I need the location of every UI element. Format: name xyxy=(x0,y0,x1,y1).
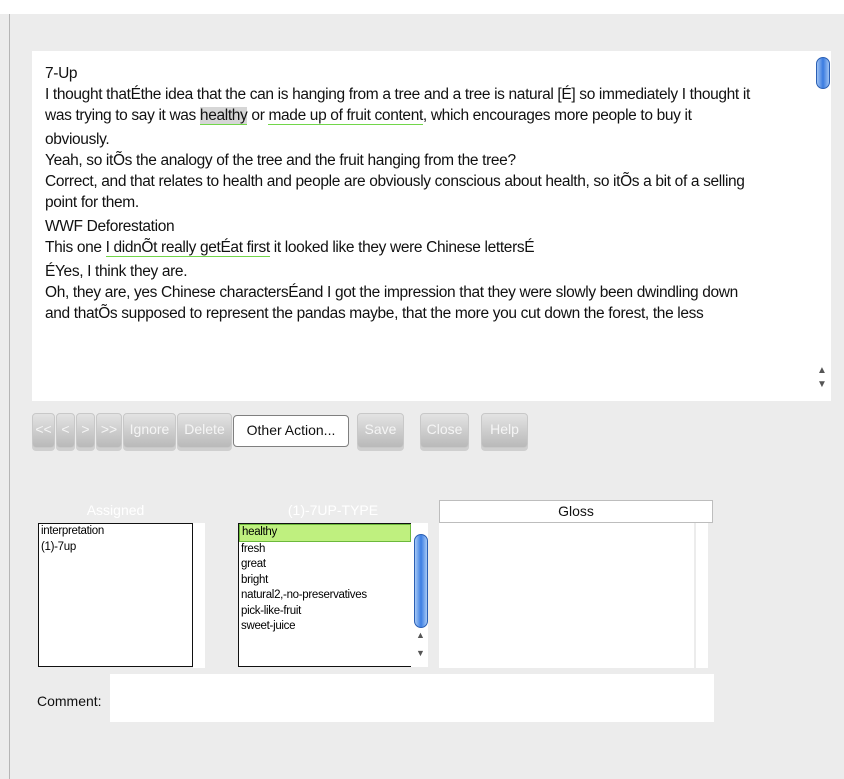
text-line: obviously. xyxy=(45,131,110,148)
text-line: WWF Deforestation xyxy=(45,218,175,235)
coded-segment-didnt-get[interactable]: I didnÕt really getÉat first xyxy=(105,239,270,257)
prev-button[interactable]: < xyxy=(56,413,75,448)
text-fragment: or xyxy=(247,107,269,124)
list-item[interactable]: sweet-juice xyxy=(239,619,411,635)
list-item[interactable]: bright xyxy=(239,573,411,589)
comment-label: Comment: xyxy=(37,693,102,709)
gloss-area[interactable] xyxy=(439,523,694,668)
text-line: Oh, they are, yes Chinese charactersÉand… xyxy=(45,284,738,301)
delete-button[interactable]: Delete xyxy=(177,413,232,448)
list-item-selected[interactable]: healthy xyxy=(239,524,411,542)
list-item[interactable]: natural2,-no-preservatives xyxy=(239,588,411,604)
transcript-scrollbar[interactable] xyxy=(814,51,831,401)
assigned-label: Assigned xyxy=(86,502,145,518)
last-button[interactable]: >> xyxy=(96,413,122,448)
scroll-down-arrow-icon[interactable]: ▼ xyxy=(817,380,827,390)
scroll-thumb[interactable] xyxy=(816,57,830,89)
transcript-text-area[interactable]: 7-Up I thought thatÉthe idea that the ca… xyxy=(32,51,814,401)
codes-label: (1)-7UP-TYPE xyxy=(287,502,379,518)
codes-list[interactable]: healthy fresh great bright natural2,-no-… xyxy=(238,523,412,667)
coded-segment-healthy[interactable]: healthy xyxy=(199,107,248,125)
text-line: ÉYes, I think they are. xyxy=(45,263,188,280)
codes-scroll-thumb[interactable] xyxy=(414,534,428,628)
codes-scroll-down-icon[interactable]: ▼ xyxy=(416,648,425,658)
text-fragment: This one xyxy=(45,239,106,256)
text-line: 7-Up xyxy=(45,65,78,82)
scroll-arrows: ▲ ▼ xyxy=(814,360,831,400)
title-strip xyxy=(0,0,844,14)
transcript-content: 7-Up I thought thatÉthe idea that the ca… xyxy=(45,63,814,324)
save-button[interactable]: Save xyxy=(357,413,404,448)
text-line: and thatÕs supposed to represent the pan… xyxy=(45,305,704,322)
text-line: This one I didnÕt really getÉat first it… xyxy=(45,237,814,258)
assigned-list[interactable]: interpretation (1)-7up xyxy=(38,523,193,667)
gloss-header: Gloss xyxy=(439,500,713,523)
text-line: was trying to say it was healthy or made… xyxy=(45,105,814,126)
first-button[interactable]: << xyxy=(32,413,55,448)
text-line: Correct, and that relates to health and … xyxy=(45,173,745,190)
coding-window: 7-Up I thought thatÉthe idea that the ca… xyxy=(0,0,844,779)
toolbar: << < > >> Ignore Delete Other Action... … xyxy=(32,413,652,457)
codes-scroll-up-icon[interactable]: ▲ xyxy=(416,630,425,640)
list-item[interactable]: fresh xyxy=(239,542,411,558)
text-fragment: it looked like they were Chinese letters… xyxy=(269,239,535,256)
text-line: I thought thatÉthe idea that the can is … xyxy=(45,86,750,103)
help-button[interactable]: Help xyxy=(481,413,528,448)
gloss-scroll-track[interactable] xyxy=(696,523,708,668)
ignore-button[interactable]: Ignore xyxy=(123,413,176,448)
coded-segment-fruit-content[interactable]: made up of fruit content xyxy=(268,107,423,125)
text-line: point for them. xyxy=(45,194,139,211)
assigned-scroll-track[interactable] xyxy=(193,523,205,668)
list-item[interactable]: great xyxy=(239,557,411,573)
comment-field[interactable] xyxy=(110,674,714,722)
window-border xyxy=(9,14,10,779)
scroll-up-arrow-icon[interactable]: ▲ xyxy=(817,366,827,376)
text-line: Yeah, so itÕs the analogy of the tree an… xyxy=(45,152,516,169)
list-item[interactable]: interpretation xyxy=(39,524,192,540)
next-button[interactable]: > xyxy=(76,413,95,448)
other-action-button[interactable]: Other Action... xyxy=(233,415,349,447)
list-item[interactable]: (1)-7up xyxy=(39,540,192,556)
list-item[interactable]: pick-like-fruit xyxy=(239,604,411,620)
close-button[interactable]: Close xyxy=(420,413,469,448)
text-fragment: was trying to say it was xyxy=(45,107,200,124)
text-fragment: , which encourages more people to buy it xyxy=(422,107,692,124)
